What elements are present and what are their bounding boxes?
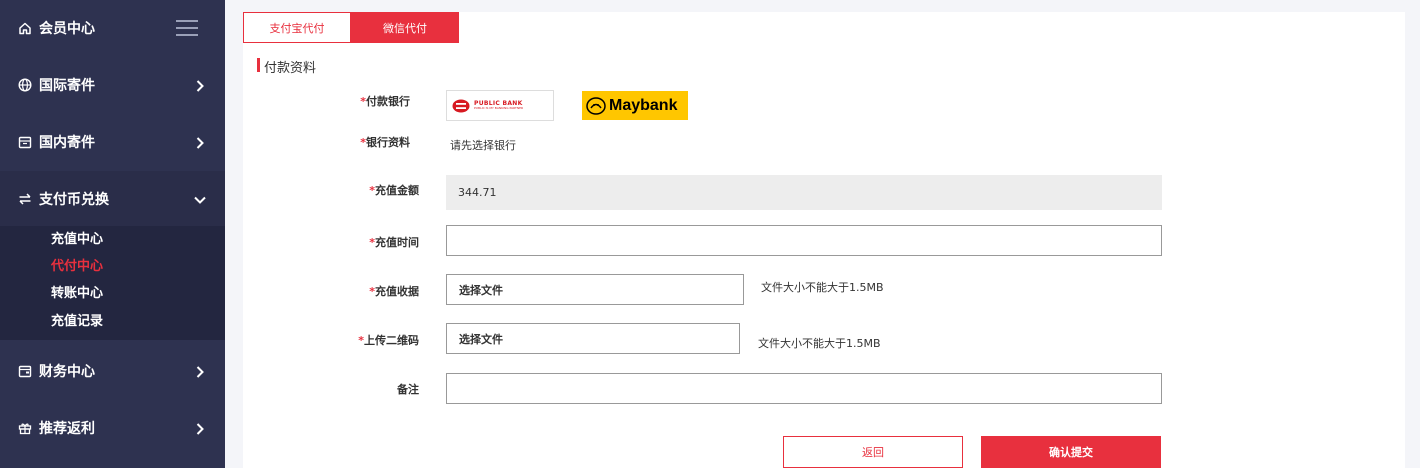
qr-label: *上传二维码 — [358, 334, 419, 347]
remark-input[interactable] — [446, 373, 1162, 404]
receipt-size-hint: 文件大小不能大于1.5MB — [761, 281, 884, 294]
back-button[interactable]: 返回 — [783, 436, 963, 468]
sidebar-item-currency-exchange[interactable]: 支付币兑换 — [0, 171, 225, 227]
main-panel: 支付宝代付 微信代付 付款资料 *付款银行 PUBLIC BANK PUBLIC… — [243, 12, 1405, 468]
section-title: 付款资料 — [264, 61, 317, 76]
tab-alipay-proxy[interactable]: 支付宝代付 — [243, 12, 351, 43]
sidebar-item-finance-center[interactable]: 财务中心 — [0, 343, 225, 399]
globe-icon — [18, 78, 32, 92]
time-label: *充值时间 — [369, 236, 419, 249]
sidebar-item-international[interactable]: 国际寄件 — [0, 57, 225, 113]
submenu-item-transfer-center[interactable]: 转账中心 — [51, 282, 103, 301]
chevron-right-icon — [193, 135, 207, 149]
sidebar-item-member-center[interactable]: 会员中心 — [0, 0, 225, 56]
bank-info-text: 请先选择银行 — [450, 139, 516, 152]
remark-label: 备注 — [397, 383, 419, 396]
menu-toggle-icon[interactable] — [176, 20, 198, 36]
qr-size-hint: 文件大小不能大于1.5MB — [758, 337, 881, 350]
maybank-tiger-icon — [586, 96, 606, 115]
sidebar-item-label: 推荐返利 — [39, 421, 95, 437]
box-icon — [18, 135, 32, 149]
submenu: 充值中心 代付中心 转账中心 充值记录 — [0, 226, 225, 340]
chevron-right-icon — [193, 78, 207, 92]
sidebar-item-label: 国际寄件 — [39, 78, 95, 94]
sidebar-item-label: 支付币兑换 — [39, 192, 109, 208]
public-bank-option[interactable]: PUBLIC BANK PUBLIC IS MY BANKING PARTNER — [446, 90, 554, 121]
sidebar-item-domestic[interactable]: 国内寄件 — [0, 114, 225, 170]
sidebar-item-label: 国内寄件 — [39, 135, 95, 151]
chevron-right-icon — [193, 364, 207, 378]
wallet-icon — [18, 364, 32, 378]
sidebar-item-label: 会员中心 — [39, 21, 95, 37]
public-bank-logo-icon — [452, 99, 470, 112]
tab-wechat-proxy[interactable]: 微信代付 — [351, 12, 459, 43]
bank-info-label: *银行资料 — [360, 136, 410, 149]
time-input[interactable] — [446, 225, 1162, 256]
receipt-label: *充值收据 — [369, 285, 419, 298]
sidebar: 会员中心 国际寄件 国内寄件 支付币兑换 充值中心 代付中心 转账中心 充值记录… — [0, 0, 225, 468]
qr-file-button[interactable]: 选择文件 — [446, 323, 740, 354]
submit-button[interactable]: 确认提交 — [981, 436, 1161, 468]
sidebar-item-referral-rebate[interactable]: 推荐返利 — [0, 400, 225, 456]
maybank-name: Maybank — [609, 96, 678, 114]
receipt-file-button[interactable]: 选择文件 — [446, 274, 744, 305]
exchange-icon — [18, 192, 32, 206]
bank-label: *付款银行 — [360, 95, 410, 108]
public-bank-tagline: PUBLIC IS MY BANKING PARTNER — [474, 106, 524, 110]
submenu-item-recharge-center[interactable]: 充值中心 — [51, 228, 103, 247]
chevron-down-icon — [193, 192, 207, 206]
amount-field: 344.71 — [446, 175, 1162, 210]
home-icon — [18, 21, 32, 35]
amount-label: *充值金额 — [369, 184, 419, 197]
submenu-item-proxy-payment[interactable]: 代付中心 — [51, 255, 103, 274]
maybank-option[interactable]: Maybank — [582, 91, 688, 120]
section-accent-bar — [257, 58, 260, 72]
submenu-item-recharge-history[interactable]: 充值记录 — [51, 310, 103, 329]
gift-icon — [18, 421, 32, 435]
chevron-right-icon — [193, 421, 207, 435]
sidebar-item-label: 财务中心 — [39, 364, 95, 380]
